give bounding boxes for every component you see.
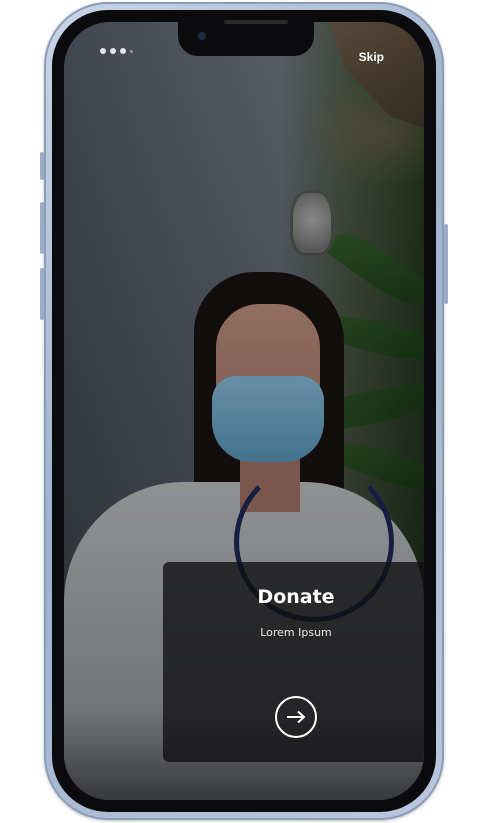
status-dots — [100, 48, 133, 54]
phone-frame: Skip Donate Lorem Ipsum — [40, 2, 448, 820]
side-button-silent — [40, 152, 44, 180]
earpiece-speaker — [224, 20, 288, 24]
front-camera — [198, 32, 206, 40]
phone-bezel: Skip Donate Lorem Ipsum — [52, 10, 436, 812]
side-button-power — [444, 224, 448, 304]
signal-dots-icon — [100, 48, 106, 54]
skip-button[interactable]: Skip — [359, 50, 384, 64]
arrow-right-icon — [287, 710, 306, 724]
signal-dots-icon — [110, 48, 116, 54]
signal-dots-icon — [130, 49, 133, 53]
side-button-volume-down — [40, 268, 44, 320]
next-button[interactable] — [275, 696, 317, 738]
side-button-volume-up — [40, 202, 44, 254]
phone-screen: Skip Donate Lorem Ipsum — [64, 22, 424, 800]
card-title: Donate — [257, 586, 335, 608]
onboarding-card: Donate Lorem Ipsum — [163, 562, 424, 762]
signal-dots-icon — [120, 48, 126, 54]
card-subtitle: Lorem Ipsum — [260, 626, 332, 639]
